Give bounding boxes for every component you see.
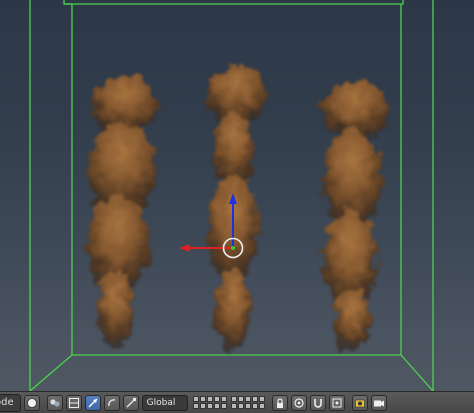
layer-toggle[interactable] (237, 403, 244, 409)
manipulator-toggle-button[interactable] (65, 394, 82, 411)
render-preview-button[interactable] (351, 394, 368, 411)
3d-viewport[interactable] (0, 0, 474, 391)
layer-toggle[interactable] (192, 396, 199, 402)
layer-toggle[interactable] (206, 403, 213, 409)
snap-target-button[interactable] (328, 394, 345, 411)
layers-grid-second[interactable] (230, 396, 265, 409)
layer-toggle[interactable] (199, 403, 206, 409)
rotate-icon (107, 398, 115, 406)
manipulator-x-arrow[interactable] (179, 244, 190, 252)
smoke-plume-right[interactable] (322, 80, 388, 350)
layer-toggle[interactable] (230, 396, 237, 402)
layer-toggle[interactable] (258, 403, 265, 409)
scene-canvas (29, 0, 434, 391)
transform-orientation-menu[interactable]: Global (141, 394, 188, 411)
pivot-icon (50, 398, 60, 407)
smoke-plume-left[interactable] (88, 75, 157, 348)
interaction-mode-menu[interactable]: ode (0, 393, 21, 412)
render-icon (354, 399, 365, 407)
object-origin-dot (231, 246, 235, 250)
smoke-plume-center[interactable] (206, 65, 266, 352)
layer-toggle[interactable] (244, 396, 251, 402)
layer-toggle[interactable] (192, 403, 199, 409)
camera-icon (373, 400, 384, 406)
rotate-manipulator-button[interactable] (103, 394, 120, 411)
lock-icon (276, 397, 283, 408)
layer-toggle[interactable] (251, 396, 258, 402)
translate-manipulator-button[interactable] (84, 394, 101, 411)
viewport-shading-button[interactable] (23, 394, 40, 411)
layer-toggle[interactable] (230, 403, 237, 409)
layer-toggle[interactable] (251, 403, 258, 409)
layer-toggle[interactable] (258, 396, 265, 402)
layer-toggle[interactable] (199, 396, 206, 402)
scale-icon (126, 397, 136, 407)
proportional-edit-button[interactable] (290, 394, 307, 411)
layer-toggle[interactable] (213, 403, 220, 409)
snap-button[interactable] (309, 394, 326, 411)
snap-icon (313, 398, 322, 408)
pivot-point-button[interactable] (46, 394, 63, 411)
opengl-render-button[interactable] (370, 394, 387, 411)
shading-solid-icon (26, 397, 37, 408)
snap-target-icon (332, 398, 342, 407)
layer-toggle[interactable] (237, 396, 244, 402)
layer-toggle[interactable] (244, 403, 251, 409)
translate-icon (88, 398, 98, 407)
layer-toggle[interactable] (220, 403, 227, 409)
layers-grid[interactable] (192, 396, 227, 409)
layer-toggle[interactable] (206, 396, 213, 402)
layer-toggle[interactable] (220, 396, 227, 402)
lock-layers-button[interactable] (271, 394, 288, 411)
viewport-header: ode Global (0, 391, 474, 413)
scale-manipulator-button[interactable] (122, 394, 139, 411)
proportional-edit-icon (294, 397, 304, 408)
layer-toggle[interactable] (213, 396, 220, 402)
manipulator-toggle-icon (68, 397, 79, 408)
